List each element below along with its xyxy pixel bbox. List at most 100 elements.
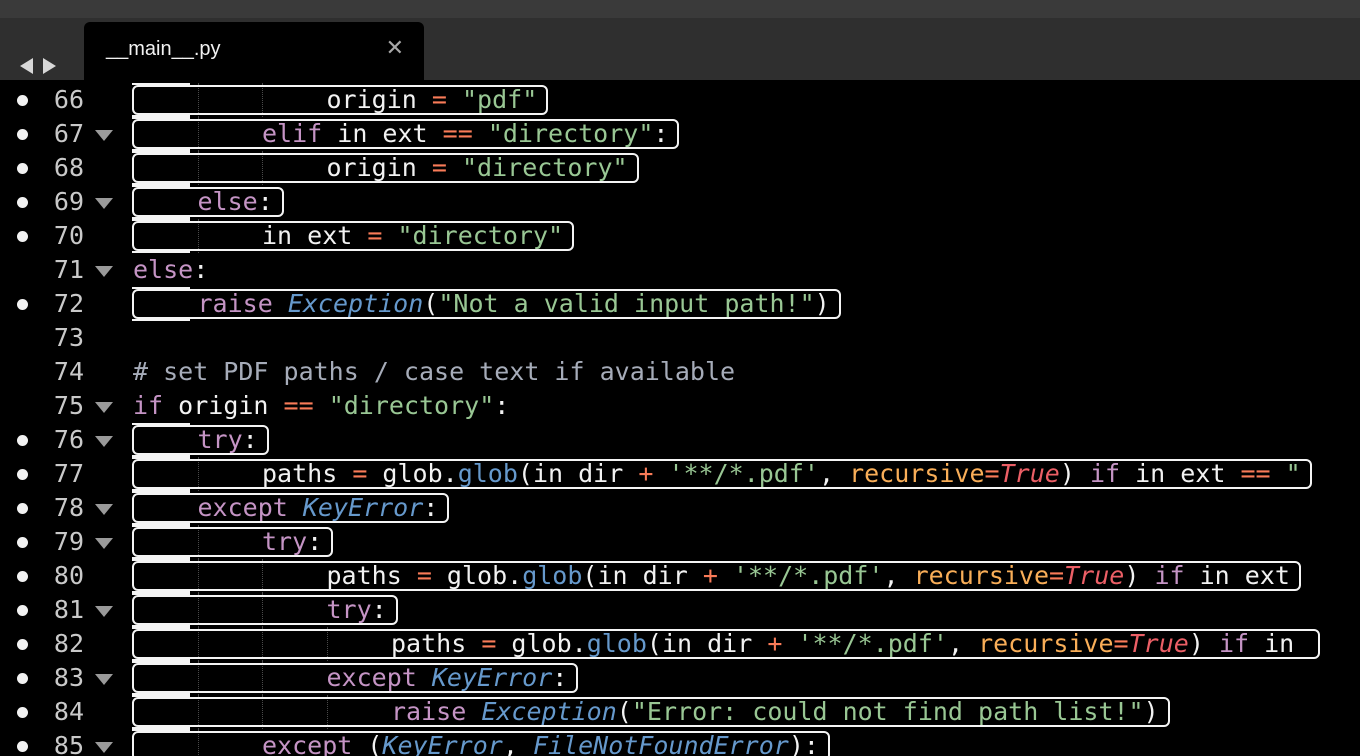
code-line[interactable]: 70 in_ext = "directory" — [0, 219, 1360, 253]
code-text: # set PDF paths / case text if available — [133, 358, 735, 386]
modified-line-marker — [17, 95, 28, 106]
code-line[interactable]: 73 — [0, 321, 1360, 355]
modified-line-marker — [17, 673, 28, 684]
line-number: 67 — [53, 119, 84, 148]
fold-arrow-icon[interactable] — [95, 130, 113, 141]
line-highlight-box — [132, 221, 575, 251]
code-line[interactable]: 80 paths = glob.glob(in_dir + '**/*.pdf',… — [0, 559, 1360, 593]
fold-arrow-icon[interactable] — [95, 402, 113, 413]
fold-arrow-icon[interactable] — [95, 504, 113, 515]
code-line[interactable]: 75 if origin == "directory": — [0, 389, 1360, 423]
line-highlight-box — [132, 493, 450, 523]
code-line[interactable]: 85 except (KeyError, FileNotFoundError): — [0, 729, 1360, 756]
line-highlight-box — [132, 119, 680, 149]
code-text: else: — [133, 256, 208, 284]
line-highlight-box — [132, 425, 269, 455]
modified-line-marker — [17, 469, 28, 480]
code-line[interactable]: 66 origin = "pdf" — [0, 83, 1360, 117]
modified-line-marker — [17, 197, 28, 208]
line-highlight-box — [132, 595, 398, 625]
modified-line-marker — [17, 299, 28, 310]
code-line[interactable]: 76 try: — [0, 423, 1360, 457]
fold-arrow-icon[interactable] — [95, 674, 113, 685]
fold-arrow-icon[interactable] — [95, 742, 113, 753]
line-number: 83 — [53, 663, 84, 692]
fold-arrow-icon[interactable] — [95, 266, 113, 277]
modified-line-marker — [17, 163, 28, 174]
code-line[interactable]: 83 except KeyError: — [0, 661, 1360, 695]
code-line[interactable]: 78 except KeyError: — [0, 491, 1360, 525]
line-number: 84 — [53, 697, 84, 726]
code-line[interactable]: 82 paths = glob.glob(in_dir + '**/*.pdf',… — [0, 627, 1360, 661]
line-number: 68 — [53, 153, 84, 182]
code-line[interactable]: 81 try: — [0, 593, 1360, 627]
line-number: 74 — [53, 357, 84, 386]
code-line[interactable]: 74 # set PDF paths / case text if availab… — [0, 355, 1360, 389]
line-highlight-box — [132, 85, 549, 115]
line-number: 81 — [53, 595, 84, 624]
line-highlight-box — [132, 663, 579, 693]
back-arrow-icon[interactable] — [20, 58, 33, 74]
line-highlight-box — [132, 697, 1170, 727]
fold-arrow-icon[interactable] — [95, 436, 113, 447]
line-number: 77 — [53, 459, 84, 488]
code-line[interactable]: 71 else: — [0, 253, 1360, 287]
code-token: if — [133, 391, 164, 420]
code-token: origin — [163, 391, 284, 420]
code-line[interactable]: 79 try: — [0, 525, 1360, 559]
modified-line-marker — [17, 537, 28, 548]
modified-line-marker — [17, 129, 28, 140]
line-highlight-box — [132, 459, 1312, 489]
line-highlight-box — [132, 153, 639, 183]
code-line[interactable]: 68 origin = "directory" — [0, 151, 1360, 185]
fold-arrow-icon[interactable] — [95, 606, 113, 617]
code-line[interactable]: 77 paths = glob.glob(in_dir + '**/*.pdf',… — [0, 457, 1360, 491]
forward-arrow-icon[interactable] — [43, 58, 56, 74]
fold-arrow-icon[interactable] — [95, 538, 113, 549]
fold-arrow-icon[interactable] — [95, 198, 113, 209]
tab-navigation — [20, 58, 56, 74]
modified-line-marker — [17, 741, 28, 752]
line-number: 76 — [53, 425, 84, 454]
window-titlebar — [0, 0, 1360, 19]
modified-line-marker — [17, 231, 28, 242]
code-editor[interactable]: 66 origin = "pdf" 67 elif in_ext == "direct… — [0, 80, 1360, 756]
line-highlight-box — [132, 289, 841, 319]
line-number: 70 — [53, 221, 84, 250]
line-highlight-box — [132, 731, 830, 756]
line-number: 71 — [53, 255, 84, 284]
line-highlight-box — [132, 629, 1321, 659]
line-number: 66 — [53, 85, 84, 114]
code-line[interactable]: 72 raise Exception("Not a valid input pat… — [0, 287, 1360, 321]
line-number: 79 — [53, 527, 84, 556]
code-line[interactable]: 67 elif in_ext == "directory": — [0, 117, 1360, 151]
code-text: if origin == "directory": — [133, 392, 509, 420]
tab-main-py[interactable]: __main__.py ✕ — [84, 22, 424, 80]
line-number: 80 — [53, 561, 84, 590]
modified-line-marker — [17, 435, 28, 446]
line-highlight-box — [132, 187, 284, 217]
line-number: 72 — [53, 289, 84, 318]
code-line[interactable]: 69 else: — [0, 185, 1360, 219]
code-token: == — [283, 391, 314, 420]
code-line[interactable]: 84 raise Exception("Error: could not find… — [0, 695, 1360, 729]
modified-line-marker — [17, 639, 28, 650]
line-highlight-box — [132, 527, 334, 557]
code-token: else — [133, 255, 194, 284]
code-token: "directory" — [328, 391, 495, 420]
modified-line-marker — [17, 571, 28, 582]
modified-line-marker — [17, 605, 28, 616]
line-number: 75 — [53, 391, 84, 420]
close-icon[interactable]: ✕ — [386, 36, 404, 61]
modified-line-marker — [17, 707, 28, 718]
tab-title: __main__.py — [106, 38, 221, 60]
line-number: 73 — [53, 323, 84, 352]
code-token: : — [193, 255, 209, 284]
line-number: 82 — [53, 629, 84, 658]
code-token: # set PDF paths / case text if available — [133, 357, 736, 386]
line-highlight-box — [132, 561, 1301, 591]
line-number: 78 — [53, 493, 84, 522]
modified-line-marker — [17, 503, 28, 514]
line-number: 69 — [53, 187, 84, 216]
